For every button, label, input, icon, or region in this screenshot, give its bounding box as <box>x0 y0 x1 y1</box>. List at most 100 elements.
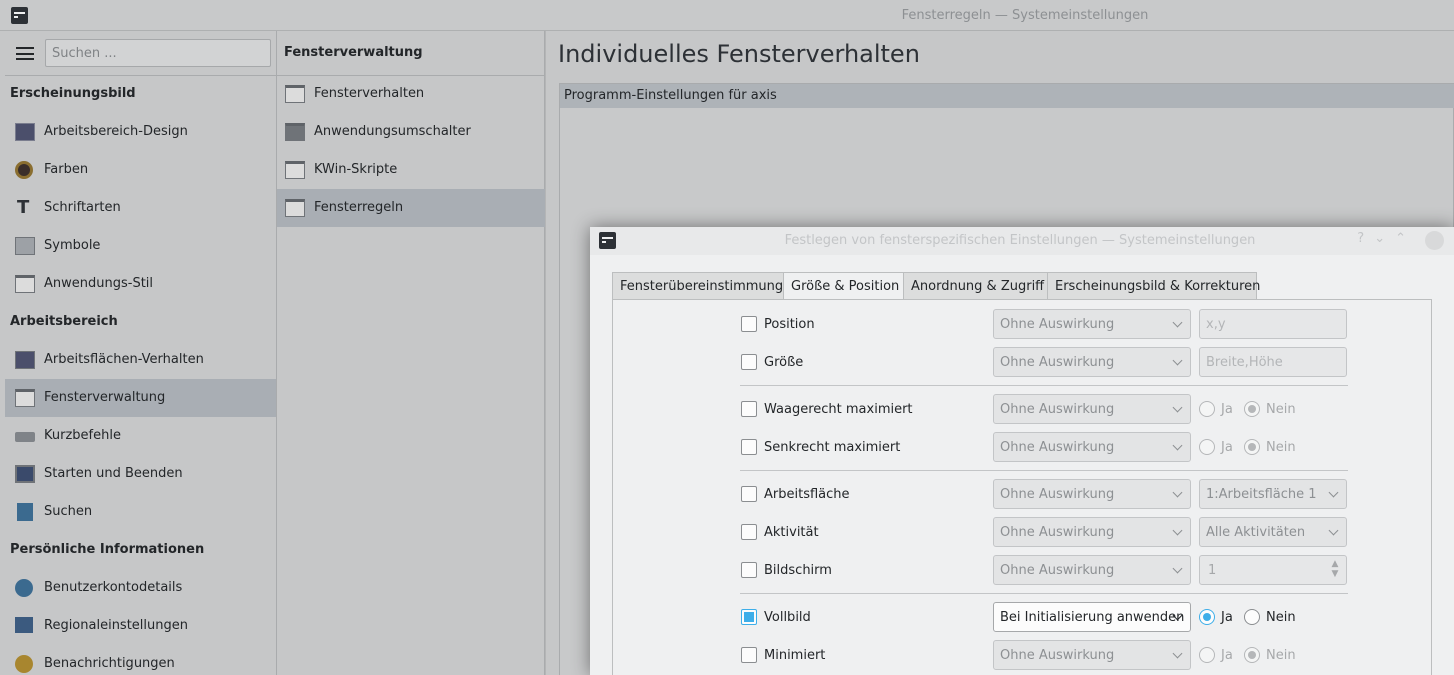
size-rule-select[interactable]: Ohne Auswirkung <box>993 347 1191 377</box>
activity-rule-select[interactable]: Ohne Auswirkung <box>993 517 1191 547</box>
search-input[interactable]: Suchen ... <box>45 39 271 67</box>
workspace-theme-icon <box>15 123 35 141</box>
sidebar-item-window-management[interactable]: Fensterverwaltung <box>5 379 276 417</box>
sidebar-item-user-account[interactable]: Benutzerkontodetails <box>5 569 276 607</box>
tab-arrangement-access[interactable]: Anordnung & Zugriff <box>903 272 1048 300</box>
tab-size-position[interactable]: Größe & Position <box>783 272 904 301</box>
sidebar-item-label: Suchen <box>44 504 93 519</box>
screen-spinbox[interactable]: 1 ▲ ▼ <box>1199 555 1347 585</box>
sidebar-item-startup[interactable]: Starten und Beenden <box>5 455 276 493</box>
radio-yes[interactable] <box>1199 439 1215 455</box>
subpanel-item-task-switcher[interactable]: Anwendungsumschalter <box>277 113 545 151</box>
sidebar-item-label: Kurzbefehle <box>44 428 121 443</box>
startup-icon <box>15 465 35 483</box>
screen-checkbox[interactable] <box>741 562 757 578</box>
position-value-input[interactable]: x,y <box>1199 309 1347 339</box>
window-management-icon <box>15 389 35 407</box>
size-value-input[interactable]: Breite,Höhe <box>1199 347 1347 377</box>
sidebar-item-application-style[interactable]: Anwendungs-Stil <box>5 265 276 303</box>
desktop-value-select[interactable]: 1:Arbeitsfläche 1 <box>1199 479 1347 509</box>
tab-appearance-fixes[interactable]: Erscheinungsbild & Korrekturen <box>1047 272 1260 300</box>
spin-arrows-icon[interactable]: ▲ ▼ <box>1330 559 1340 581</box>
radio-yes[interactable] <box>1199 401 1215 417</box>
app-icon[interactable] <box>11 7 28 24</box>
help-icon[interactable]: ? <box>1357 231 1374 246</box>
subpanel-title: Fensterverwaltung <box>284 45 423 60</box>
application-style-icon <box>15 275 35 293</box>
fonts-icon <box>15 197 35 218</box>
subcategory-panel: Fensterverwaltung Fensterverhalten Anwen… <box>277 31 545 675</box>
region-icon <box>15 617 33 633</box>
radio-yes-label: Ja <box>1221 440 1233 455</box>
rules-list-item[interactable]: Programm-Einstellungen für axis <box>560 84 1454 108</box>
user-icon <box>15 579 33 597</box>
category-heading: Arbeitsbereich <box>10 314 118 329</box>
spinbox-value: 1 <box>1208 563 1217 578</box>
radio-no[interactable] <box>1244 609 1260 625</box>
hamburger-menu-icon[interactable] <box>16 47 34 60</box>
radio-no-label: Nein <box>1266 402 1296 417</box>
subpanel-item-label: Anwendungsumschalter <box>314 124 471 139</box>
page-title: Individuelles Fensterverhalten <box>558 40 920 68</box>
activity-value-select[interactable]: Alle Aktivitäten <box>1199 517 1347 547</box>
sidebar-item-notifications[interactable]: Benachrichtigungen <box>5 645 276 675</box>
minimized-rule-select[interactable]: Ohne Auswirkung <box>993 640 1191 670</box>
maximize-vertical-checkbox[interactable] <box>741 439 757 455</box>
radio-yes-label: Ja <box>1221 648 1233 663</box>
sidebar-item-desktop-behavior[interactable]: Arbeitsflächen-Verhalten <box>5 341 276 379</box>
fullscreen-checkbox[interactable] <box>741 609 757 625</box>
subpanel-item-window-behavior[interactable]: Fensterverhalten <box>277 75 545 113</box>
maximize-horizontal-rule-select[interactable]: Ohne Auswirkung <box>993 394 1191 424</box>
position-checkbox[interactable] <box>741 316 757 332</box>
radio-yes[interactable] <box>1199 647 1215 663</box>
sidebar-item-label: Farben <box>44 162 89 177</box>
divider <box>740 385 1348 386</box>
sidebar-item-fonts[interactable]: Schriftarten <box>5 189 276 227</box>
tab-window-matching[interactable]: Fensterübereinstimmung <box>612 272 784 300</box>
desktop-rule-select[interactable]: Ohne Auswirkung <box>993 479 1191 509</box>
radio-no-label: Nein <box>1266 610 1296 625</box>
maximize-horizontal-checkbox[interactable] <box>741 401 757 417</box>
desktop-checkbox[interactable] <box>741 486 757 502</box>
subpanel-item-window-rules[interactable]: Fensterregeln <box>277 189 545 227</box>
maximize-icon[interactable]: ⌃ <box>1395 231 1416 246</box>
sidebar-item-regional[interactable]: Regionaleinstellungen <box>5 607 276 645</box>
minimize-icon[interactable]: ⌄ <box>1374 231 1395 246</box>
sidebar-item-icons[interactable]: Symbole <box>5 227 276 265</box>
sidebar-item-workspace-theme[interactable]: Arbeitsbereich-Design <box>5 113 276 151</box>
sidebar-item-colors[interactable]: Farben <box>5 151 276 189</box>
sidebar-item-label: Benutzerkontodetails <box>44 580 183 595</box>
radio-yes[interactable] <box>1199 609 1215 625</box>
sidebar-item-label: Fensterverwaltung <box>44 390 166 405</box>
row-label: Bildschirm <box>764 563 832 578</box>
colors-icon <box>15 161 33 179</box>
fullscreen-rule-select[interactable]: Bei Initialisierung anwenden <box>993 602 1191 632</box>
radio-no[interactable] <box>1244 401 1260 417</box>
screen-rule-select[interactable]: Ohne Auswirkung <box>993 555 1191 585</box>
subpanel-item-kwin-scripts[interactable]: KWin-Skripte <box>277 151 545 189</box>
app-icon[interactable] <box>599 232 616 249</box>
sidebar-item-shortcuts[interactable]: Kurzbefehle <box>5 417 276 455</box>
sidebar-item-label: Benachrichtigungen <box>44 656 175 671</box>
position-rule-select[interactable]: Ohne Auswirkung <box>993 309 1191 339</box>
row-label: Senkrecht maximiert <box>764 440 901 455</box>
maximize-vertical-rule-select[interactable]: Ohne Auswirkung <box>993 432 1191 462</box>
radio-yes-label: Ja <box>1221 610 1233 625</box>
row-label: Waagerecht maximiert <box>764 402 913 417</box>
minimized-checkbox[interactable] <box>741 647 757 663</box>
icons-icon <box>15 237 35 255</box>
radio-yes-label: Ja <box>1221 402 1233 417</box>
category-heading: Persönliche Informationen <box>10 542 205 557</box>
radio-no[interactable] <box>1244 439 1260 455</box>
dialog-title: Festlegen von fensterspezifischen Einste… <box>784 233 1256 248</box>
divider <box>740 593 1348 594</box>
radio-no[interactable] <box>1244 647 1260 663</box>
size-checkbox[interactable] <box>741 354 757 370</box>
sidebar-item-label: Starten und Beenden <box>44 466 183 481</box>
close-icon[interactable] <box>1425 231 1444 250</box>
dialog-titlebar: Festlegen von fensterspezifischen Einste… <box>590 227 1454 255</box>
sidebar-item-search[interactable]: Suchen <box>5 493 276 531</box>
search-icon <box>17 503 33 521</box>
activity-checkbox[interactable] <box>741 524 757 540</box>
window-behavior-icon <box>285 85 305 103</box>
